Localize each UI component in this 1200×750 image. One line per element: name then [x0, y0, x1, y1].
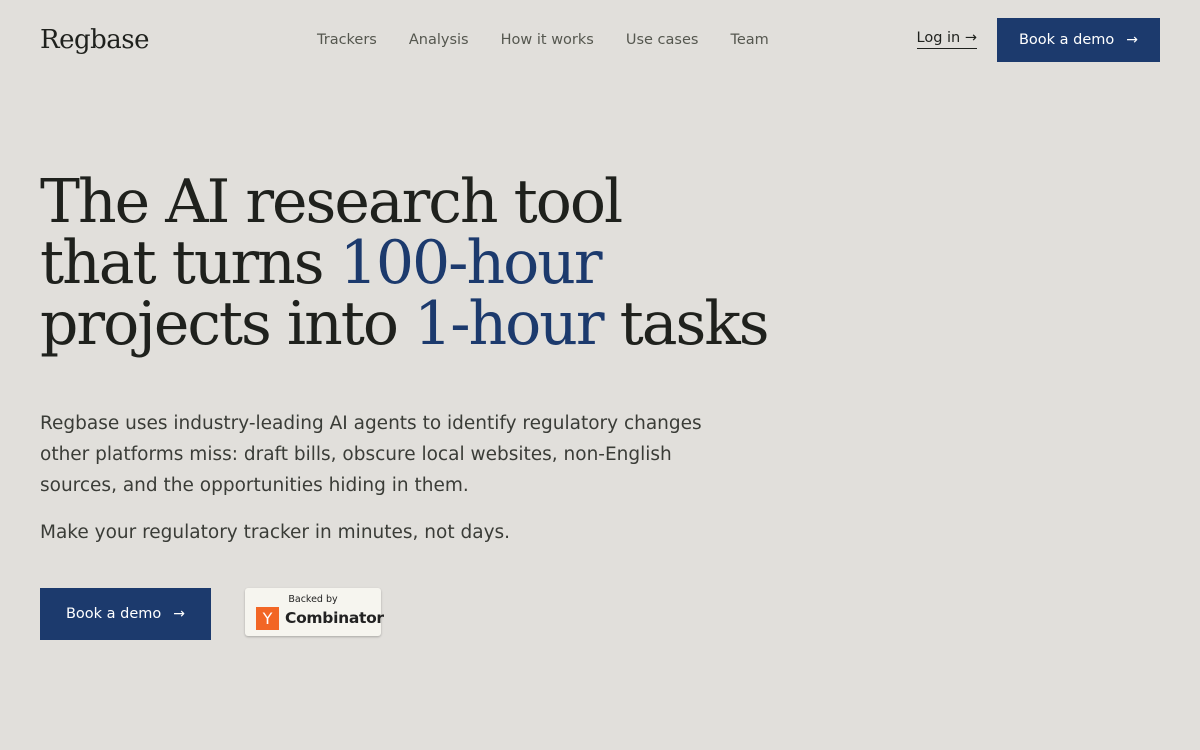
- headline-accent-100-hour: 100-hour: [339, 228, 603, 298]
- headline-line-3: projects into 1-hour tasks: [40, 294, 840, 355]
- nav-link-analysis[interactable]: Analysis: [409, 32, 469, 48]
- yc-badge-caption: Backed by: [288, 594, 338, 605]
- brand-logo[interactable]: Regbase: [40, 22, 149, 58]
- hero-book-demo-label: Book a demo: [65, 606, 162, 622]
- arrow-right-icon: →: [1126, 32, 1139, 48]
- arrow-right-icon: →: [173, 606, 186, 622]
- headline-line-2-text: that turns: [40, 228, 340, 298]
- headline-line-3-end: tasks: [602, 289, 770, 359]
- headline-line-2: that turns 100-hour: [40, 233, 840, 294]
- yc-badge-name: Combinator: [285, 609, 384, 627]
- nav-link-how-it-works[interactable]: How it works: [501, 32, 594, 48]
- yc-logo-icon: Y: [256, 607, 279, 630]
- headline-line-3-text: projects into: [40, 289, 415, 359]
- headline-line-1: The AI research tool: [40, 167, 623, 237]
- arrow-right-icon: →: [964, 30, 977, 46]
- nav-links: Trackers Analysis How it works Use cases…: [317, 18, 769, 62]
- top-nav: Regbase Trackers Analysis How it works U…: [40, 18, 1160, 62]
- headline-accent-1-hour: 1-hour: [414, 289, 605, 359]
- login-link[interactable]: Log in →: [916, 30, 977, 49]
- hero-headline: The AI research tool that turns 100-hour…: [40, 172, 840, 355]
- nav-book-demo-button[interactable]: Book a demo →: [997, 18, 1160, 62]
- hero-tagline: Make your regulatory tracker in minutes,…: [40, 522, 511, 543]
- yc-badge[interactable]: Backed by Y Combinator: [245, 588, 384, 636]
- hero-description: Regbase uses industry-leading AI agents …: [40, 413, 702, 496]
- nav-link-team[interactable]: Team: [730, 32, 768, 48]
- nav-link-use-cases[interactable]: Use cases: [626, 32, 699, 48]
- hero-book-demo-button[interactable]: Book a demo →: [40, 588, 211, 640]
- nav-book-demo-label: Book a demo: [1018, 32, 1115, 48]
- login-label: Log in: [916, 30, 961, 46]
- nav-link-trackers[interactable]: Trackers: [317, 32, 377, 48]
